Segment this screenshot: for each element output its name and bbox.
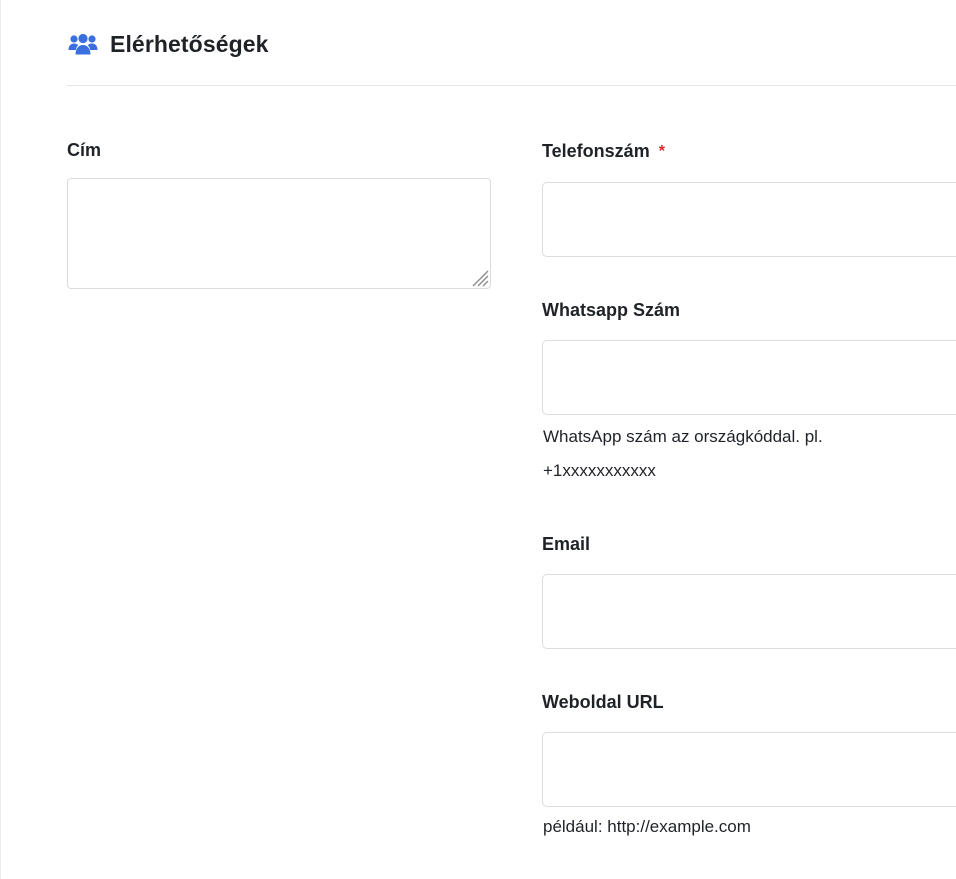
email-label: Email [542,534,590,555]
address-textarea[interactable] [67,178,491,289]
section-title: Elérhetőségek [110,30,269,57]
whatsapp-label-text: Whatsapp Szám [542,300,681,320]
users-icon [68,33,98,55]
website-help: például: http://example.com [543,817,751,836]
email-input[interactable] [542,574,956,649]
resize-handle-icon[interactable] [471,269,489,287]
section-header: Elérhetőségek [68,26,269,62]
website-input[interactable] [542,732,956,807]
address-label-text: Cím [67,140,102,160]
whatsapp-help-line2: +1xxxxxxxxxxx [543,461,656,480]
phone-input[interactable] [542,182,956,257]
whatsapp-help-line1: WhatsApp szám az országkóddal. pl. [543,427,823,446]
required-mark: * [658,143,665,160]
section-divider [67,85,956,86]
phone-label-text: Telefonszám [542,141,650,161]
whatsapp-label: Whatsapp Szám [542,300,680,321]
phone-label: Telefonszám * [542,141,665,162]
website-label-text: Weboldal URL [542,692,664,712]
whatsapp-input[interactable] [542,340,956,415]
email-label-text: Email [542,534,591,554]
contact-section: Elérhetőségek Cím Telefonszám * Whatsapp … [0,0,956,879]
address-label: Cím [67,140,101,161]
website-label: Weboldal URL [542,692,664,713]
